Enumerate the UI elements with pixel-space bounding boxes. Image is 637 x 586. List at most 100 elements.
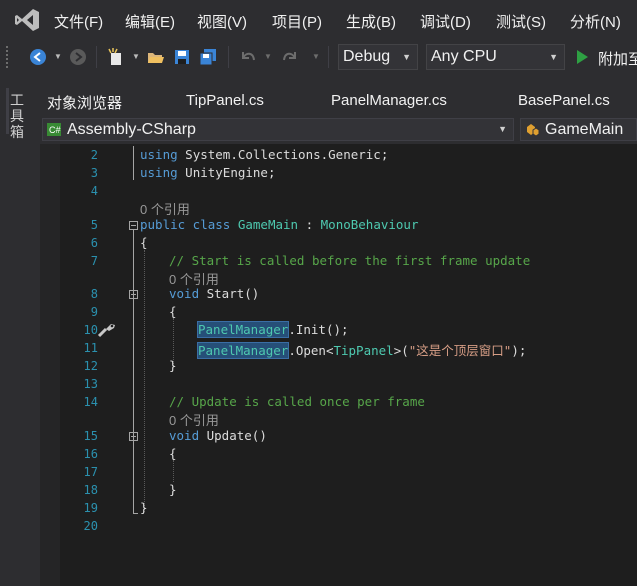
- code-line-11: PanelManager.Open<TipPanel>("这是个顶层窗口");: [196, 340, 526, 359]
- method-call: .Init();: [288, 322, 349, 337]
- collapse-method-icon[interactable]: [129, 290, 138, 299]
- keyword: void: [169, 428, 200, 443]
- code-line-8: void Start(): [169, 286, 259, 301]
- collapse-class-icon[interactable]: [129, 221, 138, 230]
- line-number: 11: [83, 341, 98, 355]
- namespace: System.Collections.Generic;: [177, 147, 389, 162]
- new-project-icon[interactable]: [106, 47, 126, 67]
- toolbar-separator: [328, 46, 329, 68]
- code-line-5: public class GameMain : MonoBehaviour: [140, 217, 418, 232]
- undo-icon[interactable]: [238, 47, 258, 67]
- menu-edit[interactable]: 编辑(E): [125, 11, 175, 32]
- tab-tippanel[interactable]: TipPanel.cs: [186, 92, 264, 109]
- comment: // Start is called before the first fram…: [169, 253, 531, 268]
- line-number: 4: [90, 184, 98, 198]
- attach-button[interactable]: 附加至: [598, 48, 637, 69]
- line-number: 5: [90, 218, 98, 232]
- menu-build[interactable]: 生成(B): [346, 11, 396, 32]
- open-folder-icon[interactable]: [146, 47, 166, 67]
- new-dropdown-icon[interactable]: ▼: [132, 52, 140, 61]
- line-number: 12: [83, 359, 98, 373]
- indent-guide: [173, 460, 174, 482]
- forward-icon[interactable]: [68, 47, 88, 67]
- menu-test[interactable]: 测试(S): [496, 11, 546, 32]
- line-number: 8: [90, 287, 98, 301]
- highlighted-type: PanelManager: [196, 342, 290, 359]
- tab-basepanel[interactable]: BasePanel.cs: [518, 92, 610, 109]
- svg-text:C#: C#: [49, 125, 61, 135]
- line-number: 19: [83, 501, 98, 515]
- code-line-18: }: [169, 482, 177, 497]
- code-line-19: }: [140, 500, 148, 515]
- line-number: 6: [90, 236, 98, 250]
- keyword: void: [169, 286, 200, 301]
- tab-object-browser[interactable]: 对象浏览器: [47, 92, 122, 113]
- tab-panelmanager[interactable]: PanelManager.cs: [331, 92, 447, 109]
- chevron-down-icon: ▼: [402, 52, 411, 62]
- undo-dropdown-icon[interactable]: ▼: [264, 52, 272, 61]
- keyword: class: [185, 217, 238, 232]
- code-line-6: {: [140, 235, 148, 250]
- indicator-margin: [40, 144, 60, 586]
- line-number: 16: [83, 447, 98, 461]
- toolbar-separator: [228, 46, 229, 68]
- keyword: public: [140, 217, 186, 232]
- keyword: using: [140, 147, 178, 162]
- solution-configuration-select[interactable]: Debug ▼: [338, 44, 418, 70]
- project-dropdown[interactable]: C# Assembly-CSharp ▼: [42, 118, 514, 141]
- comment: // Update is called once per frame: [169, 394, 425, 409]
- toolbar-grip[interactable]: [6, 46, 12, 68]
- keyword: using: [140, 165, 178, 180]
- line-number: 18: [83, 483, 98, 497]
- csharp-project-icon: C#: [47, 123, 61, 136]
- base-class: MonoBehaviour: [320, 217, 419, 232]
- chevron-down-icon: ▼: [498, 124, 507, 134]
- line-number: 17: [83, 465, 98, 479]
- line-number: 9: [90, 305, 98, 319]
- menu-project[interactable]: 项目(P): [272, 11, 322, 32]
- menu-analyze[interactable]: 分析(N): [570, 11, 621, 32]
- toolbox-tab-indicator: [6, 88, 9, 134]
- highlighted-type: PanelManager: [196, 321, 290, 338]
- back-dropdown-icon[interactable]: ▼: [54, 52, 62, 61]
- screwdriver-icon[interactable]: [97, 322, 117, 338]
- toolbox-strip: [0, 82, 36, 586]
- line-number: 2: [90, 148, 98, 162]
- visual-studio-logo-icon[interactable]: [14, 8, 40, 32]
- menu-view[interactable]: 视图(V): [197, 11, 247, 32]
- code-editor[interactable]: [40, 144, 637, 586]
- toolbox-tab[interactable]: 工具箱: [10, 92, 28, 140]
- outline-line: [133, 230, 134, 514]
- line-number: 3: [90, 166, 98, 180]
- line-number: 20: [83, 519, 98, 533]
- line-number: 10: [83, 323, 98, 337]
- method-call: .Open<: [288, 343, 334, 358]
- save-icon[interactable]: [172, 47, 192, 67]
- solution-configuration-value: Debug: [343, 48, 391, 65]
- reference-count[interactable]: 0 个引用: [169, 410, 219, 429]
- code-line-9: {: [169, 304, 177, 319]
- line-number: 15: [83, 429, 98, 443]
- solution-platform-select[interactable]: Any CPU ▼: [426, 44, 565, 70]
- code-line-12: }: [169, 358, 177, 373]
- code-line-2: using System.Collections.Generic;: [140, 147, 388, 162]
- redo-icon[interactable]: [280, 47, 300, 67]
- solution-platform-value: Any CPU: [431, 48, 497, 65]
- type-dropdown[interactable]: GameMain: [520, 118, 637, 141]
- line-number: 14: [83, 395, 98, 409]
- play-icon[interactable]: [572, 47, 592, 67]
- punctuation: :: [298, 217, 321, 232]
- menu-debug[interactable]: 调试(D): [420, 11, 471, 32]
- indent-guide: [144, 250, 145, 512]
- method-name: Start(): [199, 286, 260, 301]
- redo-dropdown-icon[interactable]: ▼: [312, 52, 320, 61]
- reference-count[interactable]: 0 个引用: [140, 199, 190, 218]
- code-line-15: void Update(): [169, 428, 267, 443]
- menu-file[interactable]: 文件(F): [54, 11, 103, 32]
- back-icon[interactable]: [28, 47, 48, 67]
- class-icon: [527, 124, 540, 137]
- collapse-method-icon[interactable]: [129, 432, 138, 441]
- save-all-icon[interactable]: [198, 47, 218, 67]
- generic-type: TipPanel: [333, 343, 394, 358]
- method-name: Update(): [199, 428, 267, 443]
